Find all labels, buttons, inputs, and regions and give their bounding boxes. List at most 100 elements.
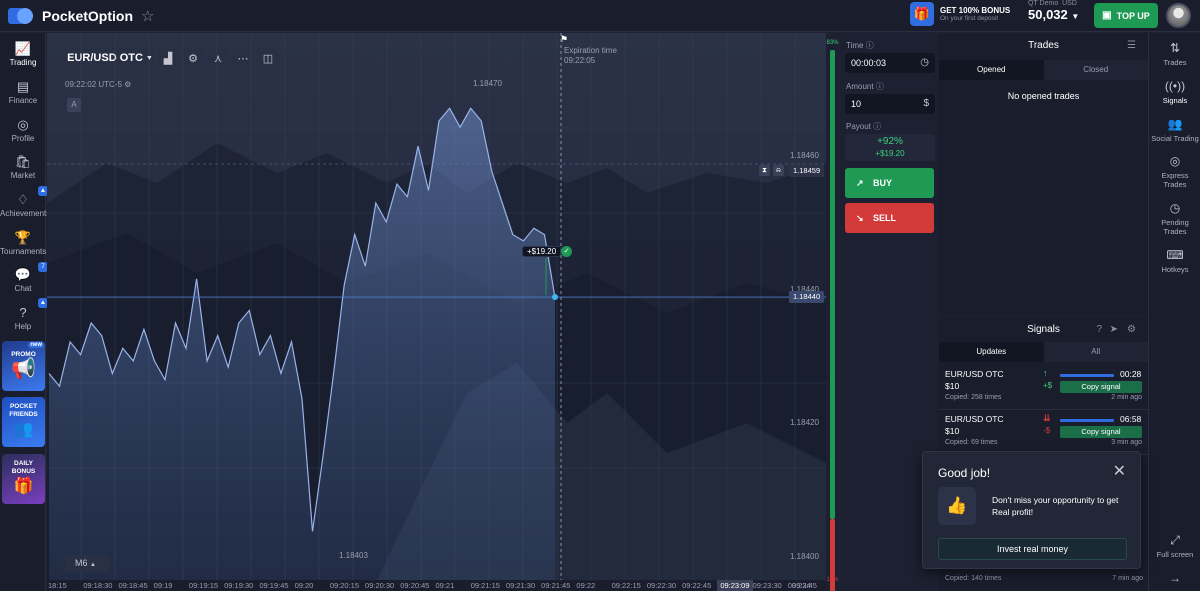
copy-signal-button[interactable]: Copy signal <box>1060 426 1142 438</box>
current-price-dot <box>552 294 558 300</box>
star-icon[interactable]: ☆ <box>141 7 154 25</box>
invest-real-money-button[interactable]: Invest real money <box>938 538 1127 560</box>
tab-updates[interactable]: Updates <box>939 342 1044 362</box>
amount-label: Amount ⓘ <box>846 81 884 92</box>
copy-signal-button[interactable]: Copy signal <box>1060 381 1142 393</box>
arrow-right-icon[interactable]: → <box>1169 571 1181 585</box>
rnav-signals[interactable]: ((•)) Signals <box>1149 79 1200 105</box>
signal-ago: 3 min ago <box>1111 439 1142 446</box>
amount-label-text: Amount <box>846 82 874 91</box>
topup-button[interactable]: ▣ TOP UP <box>1094 3 1158 28</box>
signal-sign: -$ <box>1043 426 1051 435</box>
sentiment-bar: 83% 17% <box>826 33 839 591</box>
toast-message: Don't miss your opportunity to get Real … <box>992 495 1119 517</box>
time-tick: 09:22 <box>576 581 596 590</box>
close-icon[interactable]: ✕ <box>1113 461 1126 481</box>
logo[interactable]: PocketOption <box>8 6 133 26</box>
nav-label: Tournaments <box>0 247 47 256</box>
rnav-full-screen[interactable]: ⤢ Full screen <box>1149 533 1200 559</box>
time-tick: 09:19:30 <box>224 581 254 590</box>
time-tick: 09:20 <box>294 581 314 590</box>
tab-closed[interactable]: Closed <box>1043 60 1148 80</box>
time-label-text: Time <box>846 41 864 50</box>
payout-amount: +$19.20 <box>875 149 905 158</box>
time-value: 00:00:03 <box>851 58 887 68</box>
nav-label: Finance <box>8 96 38 105</box>
rnav-hotkeys[interactable]: ⌨ Hotkeys <box>1149 248 1200 274</box>
time-tick: 09:22:15 <box>611 581 641 590</box>
signal-pair: EUR/USD OTC <box>945 369 1004 379</box>
hourglass-icon[interactable]: ⧗ <box>759 165 770 176</box>
nav-label: Help <box>14 322 32 331</box>
new-badge: new <box>28 342 44 348</box>
payout-box: +92% +$19.20 <box>845 134 935 161</box>
buy-button[interactable]: ↗ BUY <box>845 168 934 198</box>
time-tick: 09:22:45 <box>682 581 712 590</box>
bonus-banner[interactable]: 🎁 GET 100% BONUS On your first deposit <box>910 2 1010 26</box>
signal-copied: Copied: 140 times <box>945 575 1002 582</box>
rnav-trades[interactable]: ⇅ Trades <box>1149 41 1200 67</box>
left-sidebar: 📈 Trading ▤ Finance ◎ Profile 🛍 Market ♢ Achi… <box>0 33 50 591</box>
chevron-down-icon: ▼ <box>1071 12 1080 21</box>
clock-icon[interactable]: ◷ <box>920 53 929 73</box>
dollar-icon[interactable]: $ <box>923 94 929 114</box>
expand-icon: ⤢ <box>1170 533 1180 547</box>
nav-market[interactable]: 🛍 Market <box>0 154 46 180</box>
signal-amount: $10 <box>945 381 960 391</box>
tab-opened[interactable]: Opened <box>939 60 1044 80</box>
signal-time: 00:28 <box>1120 369 1142 379</box>
empty-trades-message: No opened trades <box>1007 91 1080 101</box>
avatar[interactable] <box>1166 3 1191 28</box>
trades-panel: Trades ☰ Opened Closed No opened trades <box>939 33 1148 316</box>
chart-area[interactable]: EUR/USD OTC ▼ ▟ ⚙ ⋏ ⋯ ◫ 09:22:02 UTC-5 ⚙… <box>47 33 826 580</box>
rnav-label: Hotkeys <box>1161 265 1189 274</box>
rnav-social-trading[interactable]: 👥 Social Trading <box>1149 117 1200 143</box>
signal-sign: +$ <box>1043 381 1053 390</box>
rnav-express-trades[interactable]: ◎ Express Trades <box>1149 154 1200 189</box>
nav-help[interactable]: ? Help <box>0 305 46 331</box>
signal-ago: 2 min ago <box>1111 394 1142 401</box>
current-price-box: 1.18440 <box>789 291 825 303</box>
help-icon[interactable]: ? <box>1096 317 1102 343</box>
tab-all[interactable]: All <box>1043 342 1148 362</box>
signal-item-partial: Copied: 140 times 7 min ago <box>945 575 1143 582</box>
time-tick: 09:19 <box>153 581 173 590</box>
time-tick: 09:24 <box>792 581 811 590</box>
gear-icon[interactable]: ⚙ <box>1127 317 1136 343</box>
nav-finance[interactable]: ▤ Finance <box>0 79 46 105</box>
sell-button[interactable]: ↘ SELL <box>845 203 934 233</box>
trades-title: Trades <box>1028 40 1059 51</box>
timeframe-selector[interactable]: M6 ▲ <box>65 555 109 572</box>
amount-input[interactable]: 10 $ <box>845 94 935 114</box>
nav-achievements[interactable]: ♢ Achievements <box>0 192 50 218</box>
nav-profile[interactable]: ◎ Profile <box>0 117 46 143</box>
thumbs-up-icon: 👍 <box>938 487 976 525</box>
broadcast-icon: ((•)) <box>1164 79 1186 93</box>
expiration-label: Expiration time <box>564 46 617 55</box>
daily-bonus-label: DAILY BONUS <box>11 460 36 475</box>
nav-label: Market <box>10 171 36 180</box>
rnav-pending-trades[interactable]: ◷ Pending Trades <box>1149 201 1200 236</box>
telegram-icon[interactable]: ➤ <box>1110 317 1118 343</box>
profit-tag: +$19.20 <box>522 246 562 257</box>
top-bar: PocketOption ☆ 🎁 GET 100% BONUS On your … <box>0 0 1200 32</box>
time-label: Time ⓘ <box>846 40 874 51</box>
bell-icon[interactable]: ⍾ <box>773 165 784 176</box>
sell-label: SELL <box>873 213 897 223</box>
account-selector[interactable]: QT Demo USD 50,032 ▼ <box>1028 0 1084 22</box>
signal-pair: EUR/USD OTC <box>945 414 1004 424</box>
nav-tournaments[interactable]: 🏆 Tournaments <box>0 230 46 256</box>
chart-line-icon: 📈 <box>14 41 32 56</box>
list-icon[interactable]: ☰ <box>1127 33 1136 59</box>
account-currency: USD <box>1062 0 1077 7</box>
daily-bonus-card[interactable]: DAILY BONUS 🎁 <box>2 454 45 504</box>
pocket-friends-card[interactable]: POCKET FRIENDS 👥 <box>2 397 45 447</box>
users-icon: 👥 <box>1167 117 1183 131</box>
promo-card[interactable]: PROMO 📢 new <box>2 341 45 391</box>
signal-progress <box>1060 419 1114 422</box>
time-tick: 09:20:30 <box>365 581 395 590</box>
time-input[interactable]: 00:00:03 ◷ <box>845 53 935 73</box>
brand-name: PocketOption <box>42 8 134 24</box>
nav-trading[interactable]: 📈 Trading <box>0 41 46 67</box>
time-tick: 09:22:30 <box>646 581 677 590</box>
